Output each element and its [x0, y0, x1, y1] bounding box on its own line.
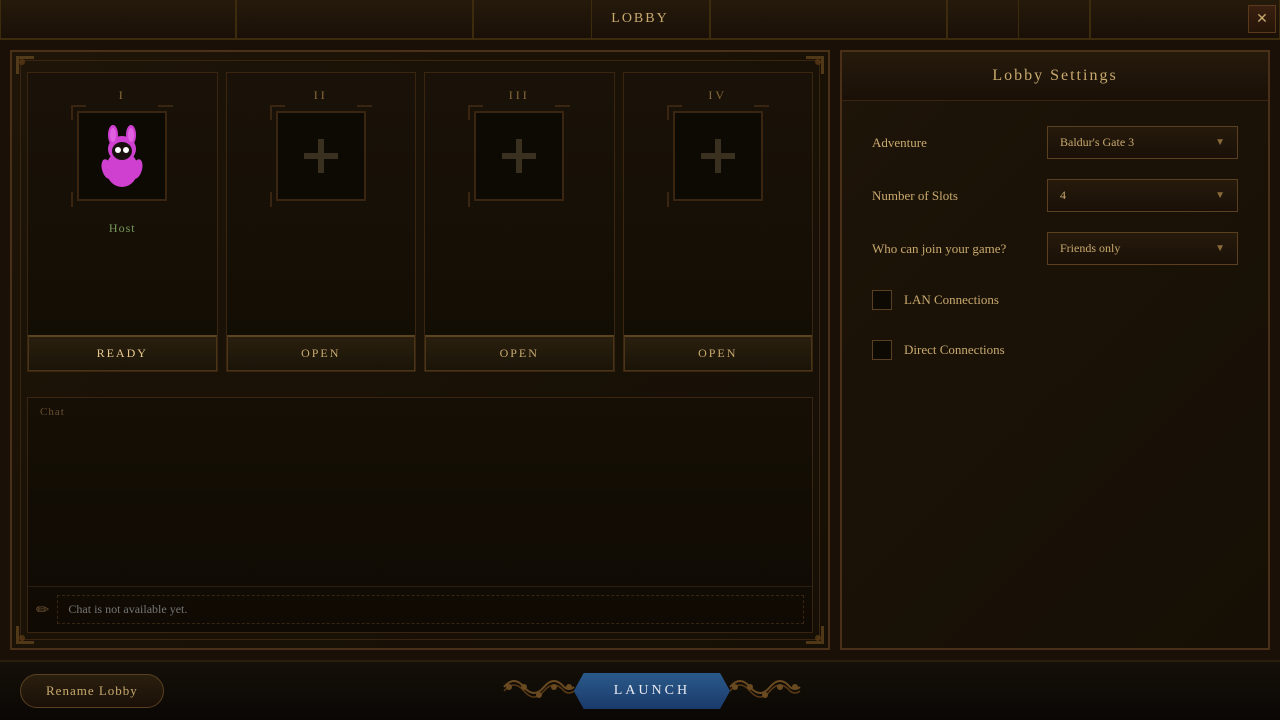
deco-left: [499, 667, 579, 715]
join-row: Who can join your game? Friends only ▼: [872, 232, 1238, 265]
adventure-row: Adventure Baldur's Gate 3 ▼: [872, 126, 1238, 159]
slot-button-1[interactable]: READY: [28, 335, 217, 371]
left-panel: I: [10, 50, 830, 650]
top-bar-segment-6: [947, 0, 1018, 38]
slots-row: Number of Slots 4 ▼: [872, 179, 1238, 212]
settings-content: Adventure Baldur's Gate 3 ▼ Number of Sl…: [842, 101, 1268, 390]
top-bar: Lobby ✕: [0, 0, 1280, 40]
slot-number-1: I: [119, 88, 126, 103]
join-dropdown-arrow: ▼: [1215, 243, 1225, 254]
player-slot-2: II OPEN: [226, 72, 417, 372]
top-bar-segment-5: [710, 0, 946, 38]
slots-dropdown-arrow: ▼: [1215, 190, 1225, 201]
chat-area: Chat ✏: [27, 397, 813, 633]
direct-row: Direct Connections: [872, 335, 1238, 365]
top-bar-segment-3: [473, 0, 591, 38]
chat-messages: [28, 398, 812, 586]
adventure-label: Adventure: [872, 135, 1032, 151]
slot-button-3[interactable]: OPEN: [425, 335, 614, 371]
plus-icon-3: [494, 131, 544, 181]
player-avatar-3: [474, 111, 564, 201]
top-bar-segment-2: [236, 0, 472, 38]
player-avatar-1: [77, 111, 167, 201]
empty-slot-icon-2: [296, 131, 346, 181]
slot-number-3: III: [509, 88, 530, 103]
join-control: Friends only ▼: [1047, 232, 1238, 265]
player-slot-1: I: [27, 72, 218, 372]
deco-right: [725, 667, 805, 715]
pencil-icon: ✏: [36, 600, 49, 620]
plus-icon-2: [296, 131, 346, 181]
right-panel: Lobby Settings Adventure Baldur's Gate 3…: [840, 50, 1270, 650]
direct-checkbox[interactable]: [872, 340, 892, 360]
join-dropdown[interactable]: Friends only ▼: [1047, 232, 1238, 265]
join-value: Friends only: [1060, 241, 1120, 256]
launch-button[interactable]: LAUNCH: [574, 673, 730, 709]
rename-lobby-button[interactable]: Rename Lobby: [20, 674, 164, 708]
slots-label: Number of Slots: [872, 188, 1032, 204]
join-label: Who can join your game?: [872, 241, 1032, 257]
player-slot-3: III OPEN: [424, 72, 615, 372]
empty-slot-icon-3: [494, 131, 544, 181]
close-button[interactable]: ✕: [1248, 5, 1276, 33]
chat-input-area: ✏: [28, 586, 812, 632]
adventure-dropdown[interactable]: Baldur's Gate 3 ▼: [1047, 126, 1238, 159]
slot-number-2: II: [314, 88, 328, 103]
player-avatar-2: [276, 111, 366, 201]
chat-label: Chat: [40, 406, 65, 418]
adventure-value: Baldur's Gate 3: [1060, 135, 1134, 150]
settings-title: Lobby Settings: [842, 52, 1268, 101]
slot-button-4[interactable]: OPEN: [624, 335, 813, 371]
lan-label: LAN Connections: [904, 292, 999, 308]
plus-icon-4: [693, 131, 743, 181]
slots-dropdown[interactable]: 4 ▼: [1047, 179, 1238, 212]
chat-section: Chat ✏: [27, 387, 813, 633]
bottom-center: LAUNCH: [499, 667, 805, 715]
host-character-svg: [87, 121, 157, 191]
player-slot-4: IV OPEN: [623, 72, 814, 372]
slot-number-4: IV: [708, 88, 727, 103]
lan-row: LAN Connections: [872, 285, 1238, 315]
bottom-bar: Rename Lobby LAUNCH: [0, 660, 1280, 720]
main-container: I: [0, 40, 1280, 660]
host-label: Host: [109, 221, 136, 236]
top-bar-segment-7: [1018, 0, 1090, 38]
window-title: Lobby: [611, 11, 668, 27]
slots-value: 4: [1060, 188, 1066, 203]
lan-checkbox[interactable]: [872, 290, 892, 310]
adventure-control: Baldur's Gate 3 ▼: [1047, 126, 1238, 159]
slot-button-2[interactable]: OPEN: [227, 335, 416, 371]
player-avatar-4: [673, 111, 763, 201]
empty-slot-icon-4: [693, 131, 743, 181]
chat-input[interactable]: [57, 595, 804, 624]
players-area: I: [27, 72, 813, 372]
top-bar-segment-1: [0, 0, 236, 38]
adventure-dropdown-arrow: ▼: [1215, 137, 1225, 148]
direct-label: Direct Connections: [904, 342, 1005, 358]
slots-control: 4 ▼: [1047, 179, 1238, 212]
